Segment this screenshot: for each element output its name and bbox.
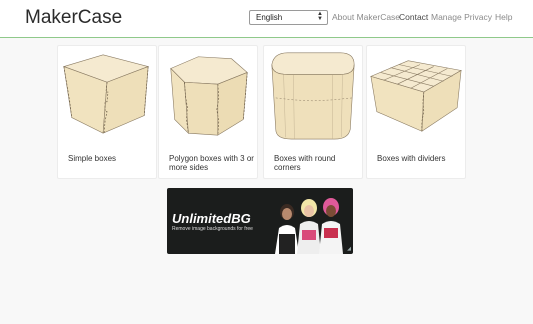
card-label-round-corners: Boxes with round corners — [274, 154, 336, 172]
nav-link-contact[interactable]: Contact — [399, 12, 428, 22]
card-label-polygon: Polygon boxes with 3 or more sides — [169, 154, 254, 172]
polygon-box-icon — [170, 56, 248, 136]
card-label-simple: Simple boxes — [68, 154, 117, 163]
box-type-card-polygon[interactable]: Polygon boxes with 3 or more sides — [158, 45, 258, 179]
ad-tagline: Remove image backgrounds for free — [172, 226, 253, 232]
select-arrows-icon: ▲ ▼ — [317, 11, 323, 22]
brand-logo-text[interactable]: MakerCase — [25, 7, 122, 29]
simple-box-icon — [62, 54, 150, 134]
ad-people-image — [275, 198, 343, 254]
box-type-card-simple[interactable]: Simple boxes — [57, 45, 157, 179]
nav-link-about[interactable]: About MakerCase — [332, 12, 400, 22]
ad-choices-icon[interactable]: ◢ — [347, 246, 351, 252]
round-corner-box-icon — [271, 52, 355, 140]
box-type-card-dividers[interactable]: Boxes with dividers — [366, 45, 466, 179]
divider-box-icon — [370, 60, 462, 132]
unlimitedbg-ad-banner[interactable]: UnlimitedBG Remove image backgrounds for… — [167, 188, 353, 254]
language-select-value: English — [256, 13, 283, 22]
language-select[interactable]: English ▲ ▼ — [249, 10, 328, 25]
box-type-card-round-corners[interactable]: Boxes with round corners — [263, 45, 363, 179]
nav-link-help[interactable]: Help — [495, 12, 512, 22]
card-label-dividers: Boxes with dividers — [377, 154, 446, 163]
nav-link-manage-privacy[interactable]: Manage Privacy — [431, 12, 492, 22]
ad-title: UnlimitedBG — [172, 211, 251, 226]
top-navbar: MakerCase English ▲ ▼ About MakerCase Con… — [0, 0, 533, 38]
